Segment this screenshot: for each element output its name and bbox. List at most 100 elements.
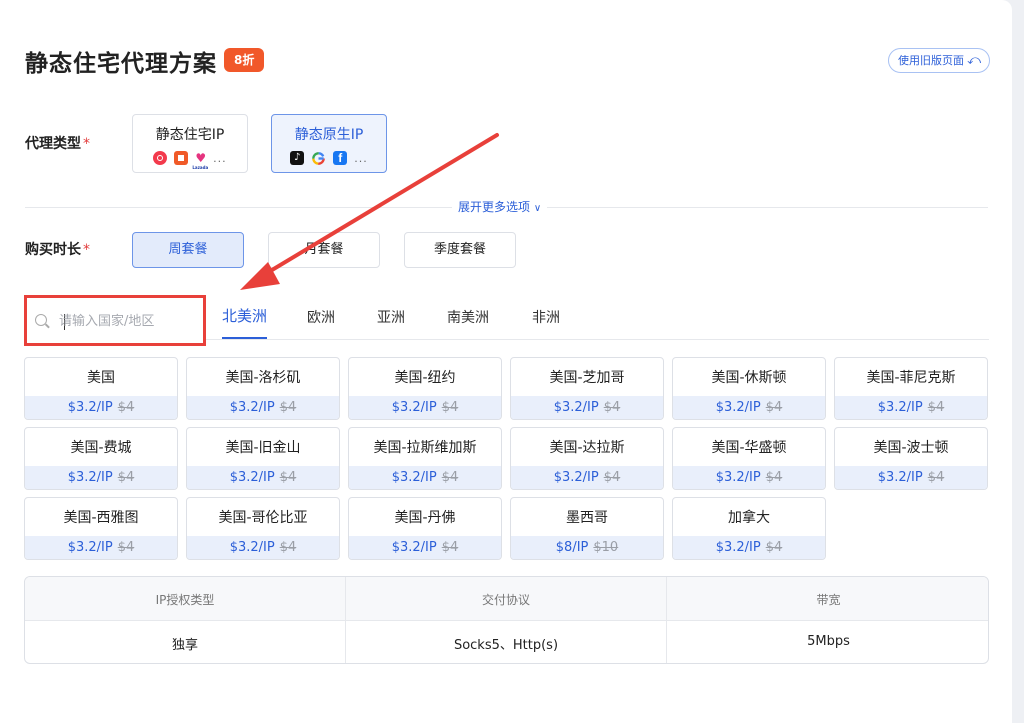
facebook-icon: f bbox=[333, 151, 348, 165]
region-card[interactable]: 美国-休斯顿 $3.2/IP $4 bbox=[672, 357, 826, 420]
current-price: $3.2/IP bbox=[715, 540, 761, 555]
region-price: $3.2/IP $4 bbox=[835, 396, 987, 419]
region-price: $8/IP $10 bbox=[511, 536, 663, 559]
proxy-type-option-label: 静态住宅IP bbox=[155, 127, 225, 143]
region-price: $3.2/IP $4 bbox=[187, 536, 339, 559]
duration-label: 购买时长 * bbox=[25, 242, 90, 258]
original-price: $4 bbox=[441, 400, 459, 415]
region-price: $3.2/IP $4 bbox=[25, 536, 177, 559]
current-price: $3.2/IP bbox=[67, 400, 113, 415]
google-icon bbox=[311, 151, 326, 165]
plan-card: 静态住宅代理方案 8折 使用旧版页面 ⤺ 代理类型 * 静态住宅IP ♥ Lazad… bbox=[0, 0, 1012, 723]
region-card[interactable]: 美国-洛杉矶 $3.2/IP $4 bbox=[186, 357, 340, 420]
proxy-type-static-native[interactable]: 静态原生IP ♪ f ... bbox=[271, 114, 387, 173]
current-price: $3.2/IP bbox=[715, 400, 761, 415]
tab-asia[interactable]: 亚洲 bbox=[377, 307, 405, 341]
region-price: $3.2/IP $4 bbox=[511, 396, 663, 419]
region-price: $3.2/IP $4 bbox=[349, 466, 501, 489]
current-price: $3.2/IP bbox=[877, 400, 923, 415]
expand-more-link[interactable]: 展开更多选项 ∨ bbox=[452, 198, 548, 218]
spec-table: IP授权类型 独享 交付协议 Socks5、Http(s) 带宽 5Mbps bbox=[24, 576, 989, 664]
region-price: $3.2/IP $4 bbox=[349, 536, 501, 559]
region-card[interactable]: 加拿大 $3.2/IP $4 bbox=[672, 497, 826, 560]
region-price: $3.2/IP $4 bbox=[673, 396, 825, 419]
original-price: $4 bbox=[279, 400, 297, 415]
region-card[interactable]: 美国-费城 $3.2/IP $4 bbox=[24, 427, 178, 490]
chevron-down-icon: ∨ bbox=[533, 203, 542, 214]
current-price: $3.2/IP bbox=[877, 470, 923, 485]
tab-south-america[interactable]: 南美洲 bbox=[447, 307, 489, 341]
region-card[interactable]: 美国-达拉斯 $3.2/IP $4 bbox=[510, 427, 664, 490]
region-price: $3.2/IP $4 bbox=[187, 396, 339, 419]
region-card[interactable]: 美国-华盛顿 $3.2/IP $4 bbox=[672, 427, 826, 490]
region-card[interactable]: 美国-拉斯维加斯 $3.2/IP $4 bbox=[348, 427, 502, 490]
more-icons-indicator: ... bbox=[213, 151, 227, 165]
region-card[interactable]: 美国-哥伦比亚 $3.2/IP $4 bbox=[186, 497, 340, 560]
region-name: 美国-纽约 bbox=[394, 370, 456, 386]
original-price: $4 bbox=[117, 470, 135, 485]
country-search-input[interactable] bbox=[59, 310, 199, 332]
original-price: $4 bbox=[441, 540, 459, 555]
old-version-button[interactable]: 使用旧版页面 ⤺ bbox=[888, 48, 990, 73]
region-price: $3.2/IP $4 bbox=[349, 396, 501, 419]
original-price: $4 bbox=[279, 540, 297, 555]
current-price: $3.2/IP bbox=[553, 470, 599, 485]
spec-column: 交付协议 Socks5、Http(s) bbox=[346, 577, 667, 663]
original-price: $4 bbox=[279, 470, 297, 485]
spec-header: IP授权类型 bbox=[155, 593, 215, 607]
region-price: $3.2/IP $4 bbox=[511, 466, 663, 489]
region-card[interactable]: 美国-西雅图 $3.2/IP $4 bbox=[24, 497, 178, 560]
region-card[interactable]: 美国 $3.2/IP $4 bbox=[24, 357, 178, 420]
region-price: $3.2/IP $4 bbox=[25, 466, 177, 489]
region-card[interactable]: 美国-芝加哥 $3.2/IP $4 bbox=[510, 357, 664, 420]
tiktok-icon: ♪ bbox=[290, 151, 305, 165]
proxy-type-static-residential[interactable]: 静态住宅IP ♥ Lazada ... bbox=[132, 114, 248, 173]
tab-europe[interactable]: 欧洲 bbox=[307, 307, 335, 341]
current-price: $3.2/IP bbox=[391, 540, 437, 555]
original-price: $10 bbox=[593, 540, 619, 555]
region-name: 美国-费城 bbox=[70, 440, 132, 456]
proxy-type-label: 代理类型 * bbox=[25, 136, 90, 152]
original-price: $4 bbox=[765, 540, 783, 555]
spec-header: 带宽 bbox=[816, 593, 841, 607]
original-price: $4 bbox=[117, 540, 135, 555]
region-name: 美国-拉斯维加斯 bbox=[373, 440, 477, 456]
duration-weekly[interactable]: 周套餐 bbox=[132, 232, 244, 268]
region-name: 墨西哥 bbox=[566, 510, 608, 526]
current-price: $8/IP bbox=[555, 540, 589, 555]
original-price: $4 bbox=[603, 470, 621, 485]
spec-header: 交付协议 bbox=[481, 593, 530, 607]
region-card[interactable]: 美国-波士顿 $3.2/IP $4 bbox=[834, 427, 988, 490]
original-price: $4 bbox=[927, 470, 945, 485]
original-price: $4 bbox=[603, 400, 621, 415]
region-name: 美国-达拉斯 bbox=[549, 440, 625, 456]
original-price: $4 bbox=[117, 400, 135, 415]
tab-africa[interactable]: 非洲 bbox=[532, 307, 560, 341]
region-name: 美国-旧金山 bbox=[225, 440, 301, 456]
region-card[interactable]: 墨西哥 $8/IP $10 bbox=[510, 497, 664, 560]
region-card[interactable]: 美国-纽约 $3.2/IP $4 bbox=[348, 357, 502, 420]
original-price: $4 bbox=[765, 470, 783, 485]
region-card[interactable]: 美国-菲尼克斯 $3.2/IP $4 bbox=[834, 357, 988, 420]
spec-column: IP授权类型 独享 bbox=[25, 577, 346, 663]
discount-badge: 8折 bbox=[224, 48, 265, 72]
current-price: $3.2/IP bbox=[67, 470, 113, 485]
region-name: 美国-洛杉矶 bbox=[225, 370, 301, 386]
original-price: $4 bbox=[441, 470, 459, 485]
spec-value: 5Mbps bbox=[807, 634, 850, 649]
current-price: $3.2/IP bbox=[391, 400, 437, 415]
return-icon: ⤺ bbox=[967, 53, 981, 68]
region-price: $3.2/IP $4 bbox=[673, 536, 825, 559]
region-price: $3.2/IP $4 bbox=[187, 466, 339, 489]
region-name: 美国-西雅图 bbox=[63, 510, 139, 526]
region-price: $3.2/IP $4 bbox=[673, 466, 825, 489]
region-price: $3.2/IP $4 bbox=[835, 466, 987, 489]
lazada-heart-icon: ♥ Lazada bbox=[192, 151, 209, 170]
page-title: 静态住宅代理方案 bbox=[25, 51, 217, 77]
spec-value: 独享 bbox=[171, 638, 198, 653]
region-card[interactable]: 美国-旧金山 $3.2/IP $4 bbox=[186, 427, 340, 490]
duration-quarterly[interactable]: 季度套餐 bbox=[404, 232, 516, 268]
region-card[interactable]: 美国-丹佛 $3.2/IP $4 bbox=[348, 497, 502, 560]
tab-north-america[interactable]: 北美洲 bbox=[222, 305, 268, 339]
duration-monthly[interactable]: 月套餐 bbox=[268, 232, 380, 268]
